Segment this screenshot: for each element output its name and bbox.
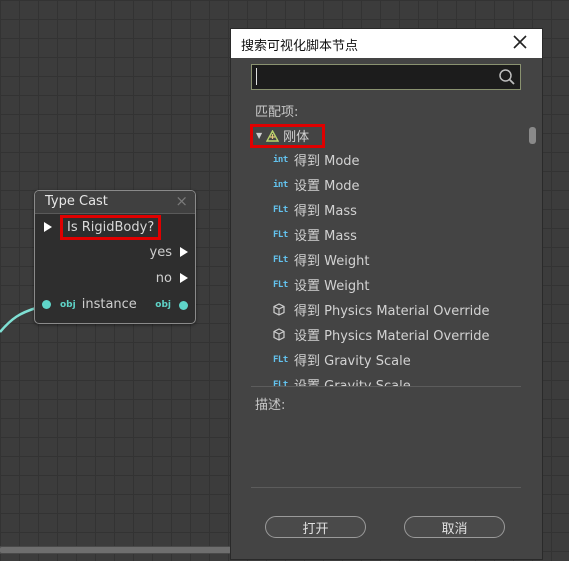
instance-input-pin-icon[interactable]: [42, 300, 51, 309]
node-header[interactable]: Type Cast ×: [35, 191, 195, 214]
instance-output-row: obj: [155, 297, 188, 313]
search-icon[interactable]: [498, 68, 516, 86]
list-item[interactable]: FLt设置 Gravity Scale: [249, 372, 525, 386]
list-item-label: 得到 Mass: [294, 204, 357, 219]
category-label: 刚体: [283, 130, 310, 145]
node-close-icon[interactable]: ×: [175, 192, 188, 210]
description-label: 描述:: [255, 398, 286, 413]
yes-output-row: yes: [150, 244, 188, 260]
int-type-icon: int: [273, 179, 288, 190]
node-check-label: Is RigidBody?: [60, 215, 162, 240]
list-item-label: 得到 Mode: [294, 154, 360, 169]
yes-label: yes: [149, 244, 172, 260]
expand-arrow-icon[interactable]: ▼: [256, 131, 262, 140]
no-label: no: [155, 270, 172, 286]
category-header[interactable]: ▼ 刚体: [249, 122, 525, 148]
dialog-titlebar[interactable]: 搜索可视化脚本节点: [231, 29, 542, 58]
list-item[interactable]: FLt 得到 Mass: [249, 197, 525, 222]
search-nodes-dialog: 搜索可视化脚本节点 匹配项: ▼ 刚体 int 得到 Mode int 设置 Mode…: [230, 28, 543, 560]
canvas-scrollbar-thumb[interactable]: [0, 547, 232, 553]
list-divider: [251, 386, 521, 387]
material-cube-icon: [273, 328, 291, 341]
obj-type-tag-out: obj: [155, 300, 171, 310]
material-cube-icon: [273, 303, 291, 316]
description-divider: [251, 487, 521, 488]
matches-list[interactable]: ▼ 刚体 int 得到 Mode int 设置 Mode FLt 得到 Mass FLt 设置…: [249, 122, 525, 386]
flt-type-icon: FLt: [273, 254, 288, 265]
no-exec-pin-icon[interactable]: [180, 273, 188, 283]
list-item-label: 设置 Weight: [294, 279, 370, 294]
search-field[interactable]: [251, 64, 521, 90]
items-container: int 得到 Mode int 设置 Mode FLt 得到 Mass FLt 设置 Mass…: [249, 147, 525, 386]
obj-type-tag: obj: [60, 299, 76, 310]
list-item[interactable]: 得到 Physics Material Override: [249, 297, 525, 322]
search-input[interactable]: [260, 67, 494, 87]
list-item-label: 设置 Mass: [294, 229, 357, 244]
list-item[interactable]: FLt 设置 Weight: [249, 272, 525, 297]
description-area: [251, 419, 521, 487]
type-cast-node[interactable]: Type Cast × Is RigidBody? yes no obj ins…: [34, 190, 196, 324]
exec-input-pin-icon[interactable]: [44, 222, 52, 232]
cancel-button[interactable]: 取消: [404, 516, 505, 538]
close-icon[interactable]: [512, 34, 528, 50]
instance-output-pin-icon[interactable]: [179, 300, 188, 310]
flt-type-icon: FLt: [273, 354, 288, 365]
matches-label: 匹配项:: [255, 105, 299, 120]
list-item-label: 设置 Physics Material Override: [294, 329, 490, 344]
text-caret: [256, 68, 257, 85]
instance-input-row: obj instance: [42, 297, 137, 312]
list-item-label: 得到 Physics Material Override: [294, 304, 490, 319]
flt-type-icon: FLt: [273, 204, 288, 215]
list-item-label: 得到 Gravity Scale: [294, 354, 411, 369]
rigidbody-icon: [266, 129, 280, 142]
yes-exec-pin-icon[interactable]: [180, 247, 188, 257]
list-item[interactable]: FLt 得到 Gravity Scale: [249, 347, 525, 372]
list-item[interactable]: FLt 得到 Weight: [249, 247, 525, 272]
category-header-highlight: ▼ 刚体: [250, 123, 325, 148]
int-type-icon: int: [273, 154, 288, 165]
list-item-label: 设置 Mode: [294, 179, 360, 194]
list-item-label: 得到 Weight: [294, 254, 370, 269]
list-item[interactable]: int 得到 Mode: [249, 147, 525, 172]
instance-label: instance: [81, 297, 137, 312]
flt-type-icon: FLt: [273, 229, 288, 240]
list-item[interactable]: int 设置 Mode: [249, 172, 525, 197]
list-scrollbar-thumb[interactable]: [529, 127, 536, 144]
list-item-label: 设置 Gravity Scale: [294, 375, 411, 386]
node-title: Type Cast: [45, 194, 108, 209]
no-output-row: no: [156, 270, 188, 286]
open-button[interactable]: 打开: [265, 516, 366, 538]
list-item[interactable]: 设置 Physics Material Override: [249, 322, 525, 347]
canvas-horizontal-scrollbar[interactable]: [0, 546, 232, 554]
list-item[interactable]: FLt 设置 Mass: [249, 222, 525, 247]
dialog-title: 搜索可视化脚本节点: [241, 39, 359, 54]
flt-type-icon: FLt: [273, 279, 288, 290]
